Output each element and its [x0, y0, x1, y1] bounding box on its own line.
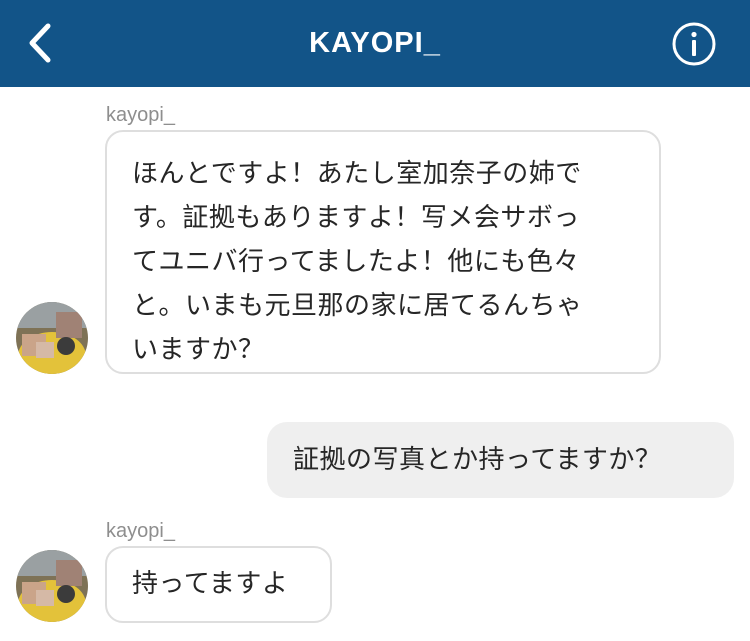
message-line: と。いまも元旦那の家に居てるんちゃ	[132, 291, 583, 321]
message-line: ほんとですよ！あたし室加奈子の姉で	[132, 159, 582, 189]
avatar[interactable]	[16, 550, 88, 622]
message-line: す。証拠もありますよ！写メ会サボっ	[132, 203, 580, 233]
message-line: 持ってますよ	[132, 569, 289, 599]
message-line: てユニバ行ってましたよ！他にも色々	[132, 247, 580, 277]
avatar-image	[16, 550, 88, 622]
message-line: 証拠の写真とか持ってますか？	[293, 445, 662, 475]
outgoing-message-bubble[interactable]: 証拠の写真とか持ってますか？	[267, 422, 734, 498]
info-icon[interactable]	[671, 21, 717, 67]
sender-name: kayopi_	[106, 104, 175, 126]
avatar[interactable]	[16, 302, 88, 374]
avatar-image	[16, 302, 88, 374]
incoming-message-bubble[interactable]: 持ってますよ	[105, 546, 332, 623]
chat-title: KAYOPI_	[309, 27, 441, 59]
sender-name: kayopi_	[106, 520, 175, 542]
chat-header: KAYOPI_	[0, 0, 750, 87]
incoming-message-bubble[interactable]: ほんとですよ！あたし室加奈子の姉で す。証拠もありますよ！写メ会サボっ てユニバ…	[105, 130, 661, 374]
message-line: いますか？	[132, 335, 265, 365]
